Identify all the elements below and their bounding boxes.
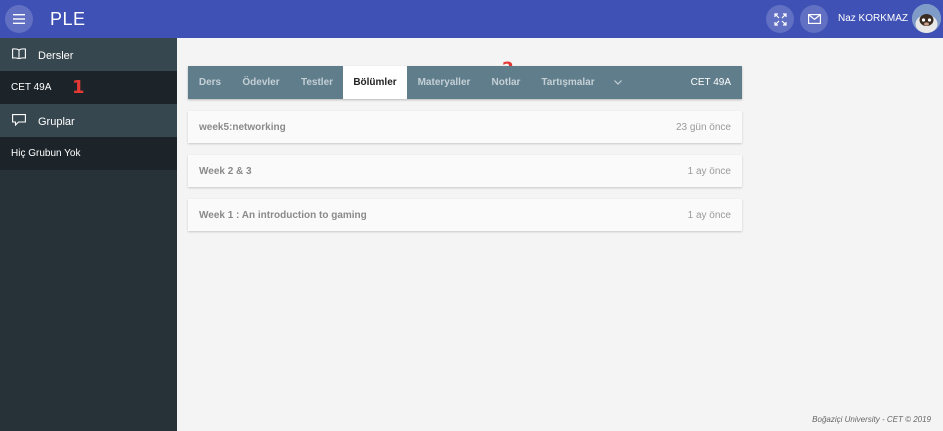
messages-button[interactable] (800, 5, 828, 33)
sidebar-groups-label: Gruplar (38, 116, 75, 128)
section-row[interactable]: Week 2 & 3 1 ay önce (188, 155, 742, 187)
tab-bolumler[interactable]: Bölümler (343, 66, 407, 99)
avatar-image (912, 4, 941, 33)
tabs-more-button[interactable] (605, 66, 631, 99)
sidebar-item-cet-49a[interactable]: CET 49A 1 (0, 71, 177, 104)
sidebar-course-label: CET 49A (11, 82, 52, 93)
sidebar-courses-label: Dersler (38, 50, 74, 62)
hamburger-icon (13, 14, 25, 24)
tab-notlar[interactable]: Notlar (481, 66, 531, 99)
section-row[interactable]: Week 1 : An introduction to gaming 1 ay … (188, 199, 742, 231)
chat-icon (12, 114, 26, 126)
footer-copyright: Boğaziçi University - CET © 2019 (812, 415, 931, 424)
section-row[interactable]: week5:networking 23 gün önce (188, 111, 742, 143)
sidebar-header-groups[interactable]: Gruplar (0, 104, 177, 137)
book-icon (12, 48, 26, 59)
section-name: week5:networking (199, 122, 286, 133)
tab-testler[interactable]: Testler (290, 66, 344, 99)
tab-odevler[interactable]: Ödevler (232, 66, 290, 99)
section-name: Week 1 : An introduction to gaming (199, 210, 367, 221)
user-name[interactable]: Naz KORKMAZ (838, 13, 908, 24)
section-time: 1 ay önce (687, 210, 731, 221)
chevron-down-icon (614, 79, 622, 85)
mail-icon (807, 14, 821, 24)
user-avatar[interactable] (912, 4, 941, 33)
top-app-bar: PLE Naz KORKMAZ (0, 0, 943, 38)
fullscreen-button[interactable] (766, 5, 794, 33)
sidebar: Dersler CET 49A 1 Gruplar Hiç Grubun Yok (0, 38, 177, 431)
sidebar-no-group-label: Hiç Grubun Yok (11, 148, 81, 159)
annotation-number-1: 1 (72, 77, 85, 98)
menu-button[interactable] (5, 5, 33, 33)
tab-ders[interactable]: Ders (188, 66, 232, 99)
sidebar-item-no-group: Hiç Grubun Yok (0, 137, 177, 170)
tab-materyaller[interactable]: Materyaller (407, 66, 481, 99)
app-title: PLE (50, 9, 86, 29)
fullscreen-icon (773, 12, 787, 26)
tab-course-code: CET 49A (690, 77, 731, 88)
course-tab-bar: Ders Ödevler Testler Bölümler Materyalle… (188, 66, 742, 99)
section-name: Week 2 & 3 (199, 166, 252, 177)
section-time: 1 ay önce (687, 166, 731, 177)
sidebar-header-courses[interactable]: Dersler (0, 38, 177, 71)
tab-tartismalar[interactable]: Tartışmalar (531, 66, 605, 99)
section-time: 23 gün önce (675, 122, 731, 133)
